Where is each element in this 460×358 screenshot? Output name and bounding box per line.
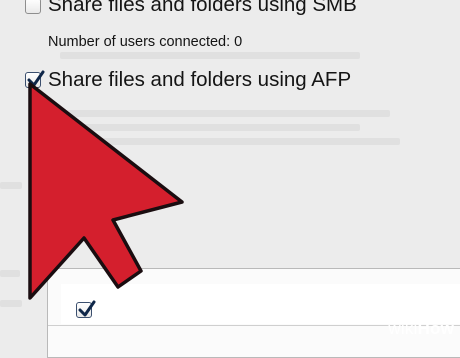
- list-row-checkbox[interactable]: [76, 300, 96, 318]
- faint-text-line: [60, 124, 360, 131]
- list-row[interactable]: [61, 284, 460, 324]
- watermark-wiki: wiki: [388, 319, 418, 338]
- wikihow-watermark: wikiHow: [388, 319, 454, 339]
- smb-label: Share files and folders using SMB: [48, 0, 357, 16]
- faint-text-line: [0, 270, 20, 277]
- faint-text-line: [0, 182, 22, 189]
- faint-text-line: [0, 300, 22, 307]
- checkmark-icon: [27, 70, 45, 87]
- watermark-how: How: [417, 319, 454, 338]
- afp-label: Share files and folders using AFP: [48, 68, 352, 91]
- smb-checkbox[interactable]: [25, 0, 41, 14]
- users-connected-text: Number of users connected: 0: [48, 34, 243, 50]
- checkmark-icon: [78, 300, 96, 317]
- afp-checkbox[interactable]: [25, 70, 45, 88]
- faint-text-line: [60, 110, 390, 117]
- faint-text-line: [60, 52, 360, 59]
- faint-text-line: [60, 138, 400, 145]
